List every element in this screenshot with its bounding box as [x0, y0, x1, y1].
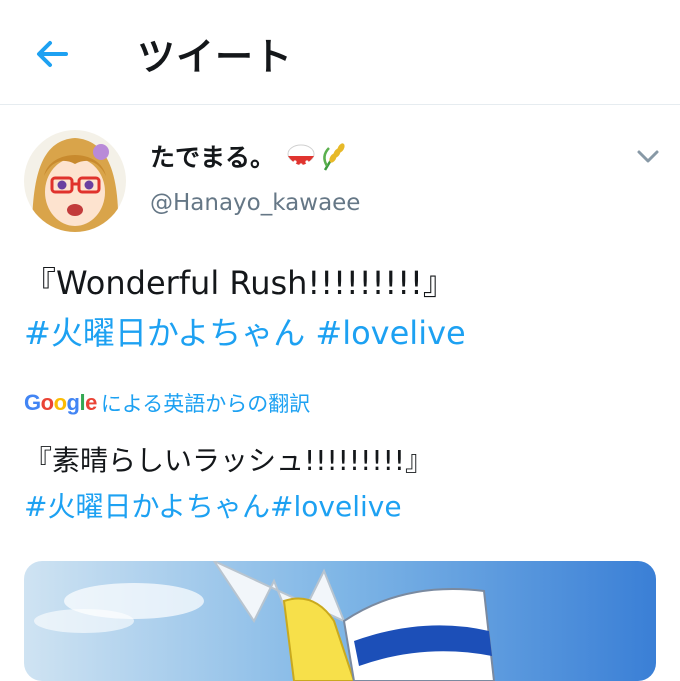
- hashtag-link[interactable]: #lovelive: [315, 314, 465, 352]
- hashtag-link[interactable]: #火曜日かよちゃん: [24, 314, 305, 352]
- chevron-down-icon[interactable]: [634, 144, 662, 168]
- user-avatar[interactable]: [24, 130, 126, 232]
- google-logo: Google: [24, 390, 97, 415]
- translated-line: 『素晴らしいラッシュ!!!!!!!!!』: [24, 444, 434, 477]
- rice-bowl-icon: [287, 144, 315, 167]
- author-display-name[interactable]: たでまる。: [150, 138, 275, 174]
- translated-hashtags[interactable]: #火曜日かよちゃん#lovelive: [24, 484, 664, 530]
- translated-text: 『素晴らしいラッシュ!!!!!!!!!』 #火曜日かよちゃん#lovelive: [24, 438, 664, 530]
- translation-attribution[interactable]: Google による英語からの翻訳: [24, 388, 310, 418]
- tweet-body: 『Wonderful Rush!!!!!!!!!』 #火曜日かよちゃん #lov…: [24, 258, 664, 358]
- tweet-image[interactable]: [24, 561, 656, 681]
- top-bar: ツイート: [0, 0, 680, 105]
- translation-label: による英語からの翻訳: [100, 392, 311, 416]
- author-name-row[interactable]: たでまる。: [150, 138, 349, 174]
- author-handle[interactable]: @Hanayo_kawaee: [150, 190, 360, 216]
- back-arrow-icon[interactable]: [28, 30, 76, 78]
- tweet-text-line: 『Wonderful Rush!!!!!!!!!』: [24, 264, 455, 302]
- rice-plant-icon: [323, 143, 345, 171]
- page-title: ツイート: [137, 35, 294, 79]
